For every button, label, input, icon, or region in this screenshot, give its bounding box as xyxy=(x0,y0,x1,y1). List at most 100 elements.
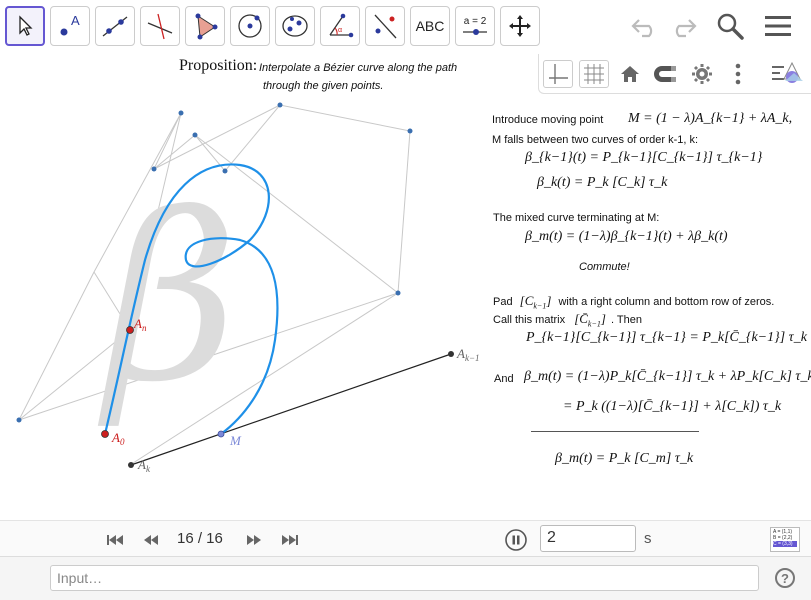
home-icon xyxy=(621,66,639,82)
pause-button[interactable] xyxy=(505,529,527,551)
next-frame-button[interactable] xyxy=(243,531,265,549)
ellipse-icon xyxy=(282,15,308,37)
pad-text: Pad [Ck−1] with a right column and botto… xyxy=(493,293,774,311)
graphics-view[interactable]: β An A0 Ak Ak−1 M Proposition: Interpola… xyxy=(0,54,811,520)
search-button[interactable] xyxy=(712,8,748,44)
algebra-line-3: C = (3,3) xyxy=(773,541,797,547)
proposition-text-2: through the given points. xyxy=(263,80,384,92)
algebra-input[interactable]: Input… xyxy=(50,565,759,591)
point-m[interactable] xyxy=(217,430,225,438)
hamburger-menu-icon xyxy=(765,16,791,36)
pad-matrix: [Ck−1] xyxy=(519,293,552,311)
undo-button[interactable] xyxy=(628,8,662,44)
circle-tool[interactable] xyxy=(230,6,270,46)
animation-speed-unit: s xyxy=(644,530,652,547)
label-ak: Ak xyxy=(137,457,151,474)
more-vert-icon xyxy=(735,63,741,85)
svg-text:A: A xyxy=(71,13,80,28)
last-frame-button[interactable] xyxy=(279,531,301,549)
intro-equation: M = (1 − λ)A_{k−1} + λA_k, xyxy=(628,111,793,126)
polygon-tool[interactable] xyxy=(185,6,225,46)
text-tool[interactable]: ABC xyxy=(410,6,450,46)
text-tool-label: ABC xyxy=(415,18,445,34)
label-akm1: Ak−1 xyxy=(456,346,480,363)
point-capturing-button[interactable] xyxy=(651,60,681,88)
circle-icon xyxy=(238,14,262,38)
search-icon xyxy=(717,13,744,40)
redo-button[interactable] xyxy=(666,8,700,44)
perpendicular-line-tool[interactable] xyxy=(140,6,180,46)
divider-line xyxy=(531,431,699,432)
call-then: . Then xyxy=(611,314,642,326)
step-back-icon xyxy=(144,535,158,545)
call-label: Call this matrix xyxy=(493,314,566,326)
proposition-text-1: Interpolate a Bézier curve along the pat… xyxy=(259,62,458,74)
move-graphics-view-tool[interactable] xyxy=(500,6,540,46)
reflect-tool[interactable] xyxy=(365,6,405,46)
standard-view-button[interactable] xyxy=(615,60,645,88)
svg-text:α: α xyxy=(338,27,342,34)
then-equation: P_{k−1}[C_{k−1}] τ_{k−1} = P_k[C̄_{k−1}]… xyxy=(526,330,807,345)
skip-last-icon xyxy=(282,535,298,545)
line-tool[interactable] xyxy=(95,6,135,46)
magnet-icon xyxy=(654,66,676,82)
point-tool[interactable]: A xyxy=(50,6,90,46)
step-forward-icon xyxy=(247,535,261,545)
beta-k-equation: β_k(t) = P_k [C_k] τ_k xyxy=(537,175,668,190)
and-label: And xyxy=(494,373,514,385)
undo-icon xyxy=(631,19,653,38)
and-equation-2: = P_k ((1−λ)[C̄_{k−1}] + λ[C_k]) τ_k xyxy=(563,399,782,414)
polygon-icon xyxy=(195,13,218,40)
main-menu-button[interactable] xyxy=(760,8,796,44)
reflect-icon xyxy=(374,14,397,39)
toggle-axes-button[interactable] xyxy=(543,60,573,88)
axes-icon xyxy=(549,64,568,84)
and-equation-1: β_m(t) = (1−λ)P_k[C̄_{k−1}] τ_k + λP_k[C… xyxy=(524,369,811,384)
cursor-arrow-icon xyxy=(19,15,33,36)
commute-text: Commute! xyxy=(579,261,630,273)
previous-frame-button[interactable] xyxy=(140,531,162,549)
gear-icon xyxy=(692,64,712,84)
point-a0[interactable] xyxy=(101,430,109,438)
call-matrix: [C̄k−1] xyxy=(574,311,606,329)
help-button[interactable]: ? xyxy=(775,568,795,588)
grid-icon xyxy=(584,64,604,84)
angle-tool[interactable]: α xyxy=(320,6,360,46)
animation-bar: 16 / 16 2 s A = (1,1) B = (2,2) C = (3,3… xyxy=(0,520,811,556)
point-ak[interactable] xyxy=(128,462,134,468)
line-icon xyxy=(102,16,128,37)
slider-icon xyxy=(463,28,487,35)
pause-icon xyxy=(505,529,527,551)
label-m: M xyxy=(229,433,242,448)
beta-km1-equation: β_{k−1}(t) = P_{k−1}[C_{k−1}] τ_{k−1} xyxy=(525,150,763,165)
pad-label: Pad xyxy=(493,296,513,308)
falls-between-text: M falls between two curves of order k-1,… xyxy=(492,134,699,146)
skip-first-icon xyxy=(107,535,123,545)
proposition-label: Proposition: xyxy=(179,57,258,74)
point-an[interactable] xyxy=(126,326,134,334)
toolbar: A α ABC a = 2 xyxy=(0,0,811,54)
graphics-settings-button[interactable] xyxy=(687,60,717,88)
first-frame-button[interactable] xyxy=(104,531,126,549)
animation-speed-input[interactable]: 2 xyxy=(540,525,636,552)
slider-tool[interactable]: a = 2 xyxy=(455,6,495,46)
frame-counter: 16 / 16 xyxy=(177,530,223,547)
toggle-stylebar-button[interactable] xyxy=(769,60,805,88)
toggle-grid-button[interactable] xyxy=(579,60,609,88)
perpendicular-line-icon xyxy=(147,13,173,40)
point-akm1[interactable] xyxy=(448,351,454,357)
slider-tool-label: a = 2 xyxy=(463,15,487,27)
input-bar: Input… ? xyxy=(0,556,811,600)
stylebar-toggle-icon xyxy=(772,61,803,83)
call-text: Call this matrix [C̄k−1] . Then xyxy=(493,311,642,329)
point-icon: A xyxy=(60,13,80,36)
move-tool[interactable] xyxy=(5,6,45,46)
intro-text: Introduce moving point xyxy=(492,114,604,126)
redo-icon xyxy=(675,19,697,38)
graphics-stylebar xyxy=(538,54,811,94)
algebra-view-toggle-button[interactable]: A = (1,1) B = (2,2) C = (3,3) xyxy=(770,527,800,552)
mixed-curve-text: The mixed curve terminating at M: xyxy=(493,212,660,224)
more-options-button[interactable] xyxy=(723,60,753,88)
ellipse-tool[interactable] xyxy=(275,6,315,46)
angle-icon: α xyxy=(329,13,354,38)
